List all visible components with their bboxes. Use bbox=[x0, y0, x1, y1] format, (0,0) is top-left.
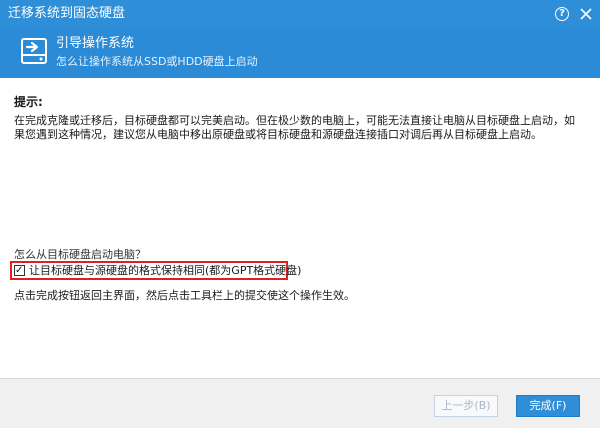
checkmark-icon: ✓ bbox=[15, 265, 24, 276]
help-button[interactable]: ? bbox=[552, 4, 572, 24]
same-format-checkbox[interactable]: ✓ bbox=[14, 265, 25, 276]
same-format-label[interactable]: 让目标硬盘与源硬盘的格式保持相同(都为GPT格式硬盘) bbox=[29, 264, 301, 278]
window-title: 迁移系统到固态硬盘 bbox=[8, 6, 126, 21]
header-subtitle: 怎么让操作系统从SSD或HDD硬盘上启动 bbox=[56, 55, 258, 68]
header-banner: 引导操作系统 怎么让操作系统从SSD或HDD硬盘上启动 bbox=[0, 28, 600, 78]
same-format-option[interactable]: ✓ 让目标硬盘与源硬盘的格式保持相同(都为GPT格式硬盘) bbox=[10, 261, 301, 280]
help-icon: ? bbox=[555, 7, 569, 21]
close-icon bbox=[580, 8, 592, 20]
header-title: 引导操作系统 bbox=[56, 36, 135, 51]
content-area: 提示: 在完成克隆或迁移后，目标硬盘都可以完美启动。但在极少数的电脑上，可能无法… bbox=[0, 78, 600, 378]
finish-note: 点击完成按钮返回主界面，然后点击工具栏上的提交使这个操作生效。 bbox=[14, 289, 355, 302]
tip-heading: 提示: bbox=[14, 95, 43, 109]
migrate-os-dialog: 迁移系统到固态硬盘 ? 引导操作系统 怎么让操作系统从SSD或HDD硬盘上启动 … bbox=[0, 0, 600, 428]
previous-button[interactable]: 上一步(B) bbox=[434, 395, 498, 417]
close-button[interactable] bbox=[576, 4, 596, 24]
finish-button[interactable]: 完成(F) bbox=[516, 395, 580, 417]
drive-arrow-icon bbox=[21, 38, 47, 64]
title-bar: 迁移系统到固态硬盘 ? bbox=[0, 0, 600, 28]
footer-bar: 上一步(B) 完成(F) bbox=[0, 378, 600, 428]
boot-question: 怎么从目标硬盘启动电脑？ bbox=[14, 248, 146, 261]
tip-body: 在完成克隆或迁移后，目标硬盘都可以完美启动。但在极少数的电脑上，可能无法直接让电… bbox=[14, 114, 575, 141]
